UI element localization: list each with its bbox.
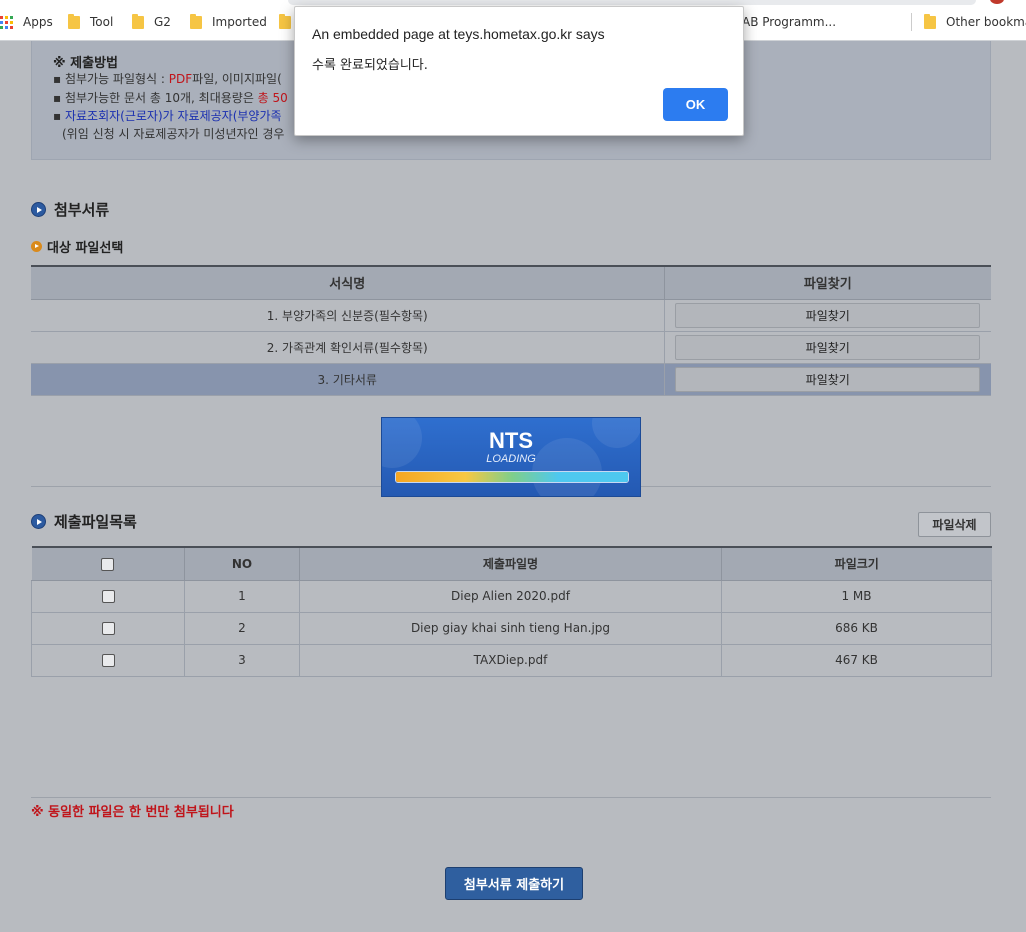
- table-row[interactable]: 1. 부양가족의 신분증(필수항목) 파일찾기: [31, 299, 991, 332]
- section-submitted-files: 제출파일목록: [31, 511, 137, 532]
- submitted-files-table: NO 제출파일명 파일크기 1 Diep Alien 2020.pdf 1 MB…: [31, 546, 992, 677]
- bookmark-g2[interactable]: G2: [132, 13, 171, 31]
- loading-progress-bar: [395, 471, 629, 483]
- table-row[interactable]: 2 Diep giay khai sinh tieng Han.jpg 686 …: [31, 612, 992, 645]
- bookmark-apps[interactable]: Apps: [0, 13, 53, 31]
- form-name: 1. 부양가족의 신분증(필수항목): [31, 299, 665, 332]
- loading-overlay: NTS LOADING: [381, 417, 641, 497]
- dialog-message: 수록 완료되었습니다.: [312, 58, 428, 73]
- table-header-row: 서식명 파일찾기: [31, 266, 991, 300]
- file-size: 686 KB: [721, 612, 992, 645]
- arrow-circle-icon: [31, 514, 46, 529]
- page-content: ※ 제출방법 ▪ 첨부가능 파일형식 : PDF파일, 이미지파일( ▪ 첨부가…: [0, 41, 1026, 932]
- section-attachments: 첨부서류: [31, 199, 109, 220]
- folder-icon: [279, 13, 291, 29]
- submit-attachments-button[interactable]: 첨부서류 제출하기: [445, 867, 583, 900]
- column-header: 파일찾기: [664, 266, 991, 300]
- subsection-target-file: 대상 파일선택: [31, 237, 123, 256]
- alert-dialog: An embedded page at teys.hometax.go.kr s…: [294, 6, 744, 136]
- section-title: 첨부서류: [54, 201, 110, 219]
- row-checkbox[interactable]: [101, 622, 115, 635]
- row-checkbox[interactable]: [101, 590, 115, 603]
- folder-icon: [924, 13, 936, 29]
- file-size: 1 MB: [721, 580, 992, 613]
- file-name: Diep giay khai sinh tieng Han.jpg: [299, 612, 722, 645]
- column-header: 서식명: [31, 266, 665, 300]
- column-header: 제출파일명: [299, 547, 722, 581]
- bookmark-label: G2: [154, 15, 171, 29]
- file-no: 1: [184, 580, 300, 613]
- table-row[interactable]: 2. 가족관계 확인서류(필수항목) 파일찾기: [31, 331, 991, 364]
- column-header: 파일크기: [721, 547, 992, 581]
- bookmark-label: Tool: [90, 15, 114, 29]
- form-name: 3. 기타서류: [31, 363, 665, 396]
- loader-title: NTS: [489, 428, 533, 453]
- subsection-title: 대상 파일선택: [47, 241, 124, 256]
- file-no: 2: [184, 612, 300, 645]
- table-row[interactable]: 3 TAXDiep.pdf 467 KB: [31, 644, 992, 677]
- bookmark-label: AB Programm...: [742, 15, 837, 29]
- column-header: NO: [184, 547, 300, 581]
- loader-subtitle: LOADING: [486, 453, 536, 465]
- section-title: 제출파일목록: [54, 513, 137, 531]
- table-header-row: NO 제출파일명 파일크기: [31, 547, 992, 581]
- bookmark-programming[interactable]: AB Programm...: [742, 13, 836, 31]
- notice-line-viewer: ▪ 자료조회자(근로자)가 자료제공자(부양가족: [53, 109, 282, 123]
- file-name: TAXDiep.pdf: [299, 644, 722, 677]
- loading-progress-fill: [396, 472, 628, 482]
- arrow-circle-icon: [31, 202, 46, 217]
- folder-icon: [190, 13, 202, 29]
- bookmark-tool[interactable]: Tool: [68, 13, 113, 31]
- bookmark-imported[interactable]: Imported: [190, 13, 267, 31]
- row-checkbox[interactable]: [101, 654, 115, 667]
- notice-line-minor: (위임 신청 시 자료제공자가 미성년자인 경우: [62, 127, 285, 141]
- address-bar-edge: [288, 0, 976, 5]
- apps-grid-icon: [0, 15, 13, 29]
- find-file-button[interactable]: 파일찾기: [675, 334, 981, 360]
- find-file-button[interactable]: 파일찾기: [675, 366, 981, 392]
- find-file-button[interactable]: 파일찾기: [675, 302, 981, 328]
- dialog-title: An embedded page at teys.hometax.go.kr s…: [312, 26, 605, 42]
- bookmark-other[interactable]: Other bookmar: [924, 13, 1026, 31]
- arrow-circle-icon: [31, 241, 42, 252]
- table-row[interactable]: 1 Diep Alien 2020.pdf 1 MB: [31, 580, 992, 613]
- delete-file-button[interactable]: 파일삭제: [918, 512, 991, 537]
- notice-line-limit: ▪ 첨부가능한 문서 총 10개, 최대용량은 총 50: [53, 91, 288, 105]
- profile-avatar[interactable]: [990, 0, 1004, 4]
- table-row-selected[interactable]: 3. 기타서류 파일찾기: [31, 363, 991, 396]
- bookmark-label: Apps: [23, 15, 53, 29]
- bookmark-label: Imported: [212, 15, 267, 29]
- notice-title: ※ 제출방법: [53, 56, 119, 71]
- bookmark-separator: [911, 13, 912, 31]
- notice-line-format: ▪ 첨부가능 파일형식 : PDF파일, 이미지파일(: [53, 72, 282, 86]
- select-all-checkbox[interactable]: [101, 557, 115, 571]
- bookmark-label: Other bookmar: [946, 15, 1026, 29]
- file-no: 3: [184, 644, 300, 677]
- folder-icon: [132, 13, 144, 29]
- divider: [31, 797, 991, 798]
- file-name: Diep Alien 2020.pdf: [299, 580, 722, 613]
- file-size: 467 KB: [721, 644, 992, 677]
- form-select-table: 서식명 파일찾기 1. 부양가족의 신분증(필수항목) 파일찾기 2. 가족관계…: [31, 265, 991, 396]
- folder-icon: [68, 13, 80, 29]
- form-name: 2. 가족관계 확인서류(필수항목): [31, 331, 665, 364]
- ok-button[interactable]: OK: [663, 88, 728, 121]
- duplicate-file-warning: ※ 동일한 파일은 한 번만 첨부됩니다: [31, 805, 234, 820]
